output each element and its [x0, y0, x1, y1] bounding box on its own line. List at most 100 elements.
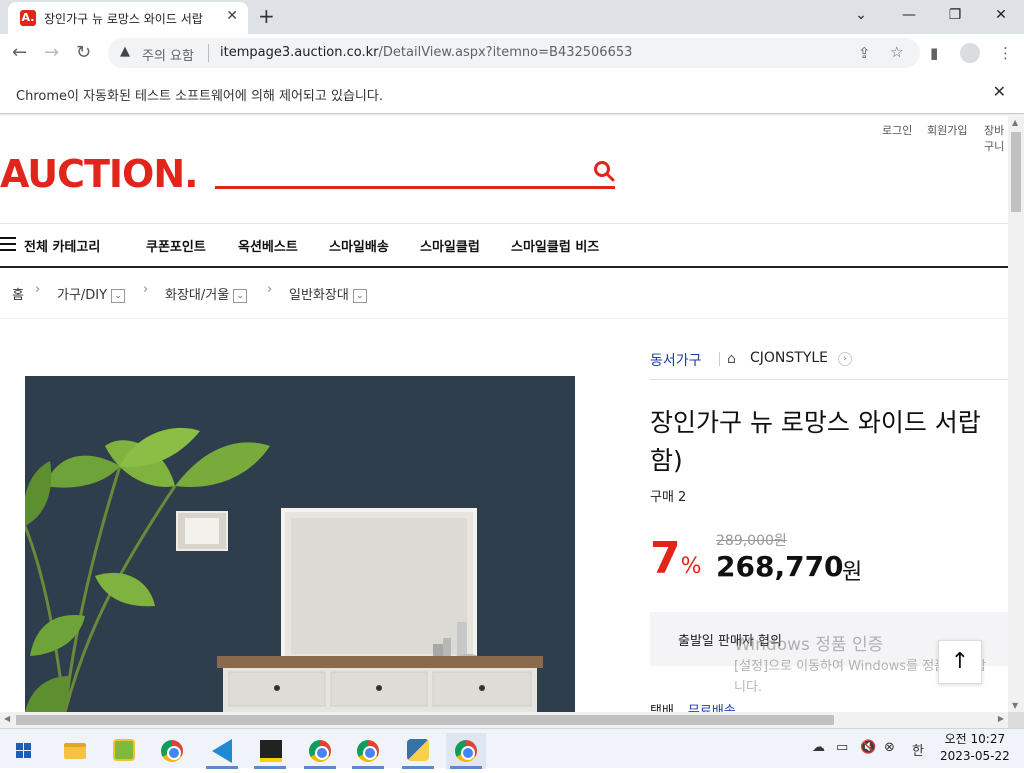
omnibox-divider	[208, 44, 209, 62]
cart-link[interactable]: 장바구니	[984, 122, 1008, 154]
chrome-taskbar-button-1[interactable]	[152, 733, 192, 769]
cloud-icon[interactable]: ☁	[812, 740, 825, 755]
store-home-icon: ⌂	[727, 351, 736, 367]
address-bar[interactable]: ▲ 주의 요함 itempage3.auction.co.kr/DetailVi…	[108, 38, 920, 68]
bookmark-star-icon[interactable]: ☆	[890, 43, 903, 61]
breadcrumb-divider	[0, 318, 1008, 319]
gnb-coupon-point[interactable]: 쿠폰포인트	[146, 236, 206, 255]
breadcrumb-level-2[interactable]: 화장대/거울 ⌄	[165, 284, 248, 303]
chrome-taskbar-button-2[interactable]	[300, 733, 340, 769]
discount-unit: %	[680, 554, 702, 579]
kebab-menu-icon[interactable]: ⋮	[998, 44, 1013, 62]
vscode-taskbar-button[interactable]	[202, 733, 242, 769]
share-icon[interactable]: ⇪	[858, 44, 871, 62]
delivery-label: 택배	[650, 704, 674, 712]
breadcrumb-level-1[interactable]: 가구/DIY ⌄	[57, 284, 126, 303]
brand-divider	[719, 352, 720, 366]
notes-taskbar-button[interactable]	[250, 733, 290, 769]
chevron-right-icon[interactable]: ›	[838, 352, 852, 366]
breadcrumb-home[interactable]: 홈	[12, 284, 24, 303]
scroll-up-icon[interactable]: ▲	[1012, 118, 1018, 127]
tab-title: 장인가구 뉴 로망스 와이드 서랍	[44, 12, 203, 26]
header-divider	[0, 223, 1008, 224]
notification-blocked-icon[interactable]: ⊗	[884, 740, 895, 755]
url-text[interactable]: itempage3.auction.co.kr/DetailView.aspx?…	[220, 45, 632, 60]
page-viewport: 로그인 회원가입 장바구니 AUCTION. 전체 카테고리 쿠폰포인트 옥션베…	[0, 116, 1008, 712]
scroll-right-icon[interactable]: ▶	[998, 714, 1004, 723]
minimize-button[interactable]: —	[886, 0, 932, 30]
breadcrumb-label: 화장대/거울	[165, 288, 230, 303]
automation-message: Chrome이 자동화된 테스트 소프트웨어에 의해 제어되고 있습니다.	[16, 89, 383, 104]
sale-price: 268,770	[716, 550, 844, 583]
discount-value: 7	[650, 533, 681, 584]
volume-muted-icon[interactable]: 🔇	[860, 740, 876, 755]
auction-logo[interactable]: AUCTION.	[0, 152, 199, 196]
horizontal-scroll-thumb[interactable]	[16, 715, 834, 725]
hamburger-menu-icon[interactable]	[0, 237, 16, 251]
windows-taskbar: ☁ ▭ 🔇 ⊗ 한 오전 10:27 2023-05-22	[0, 728, 1024, 769]
chrome-taskbar-button-active[interactable]	[446, 733, 486, 769]
maps-taskbar-button[interactable]	[104, 733, 144, 769]
scroll-to-top-button[interactable]: ↑	[938, 640, 982, 684]
python-icon	[407, 739, 429, 761]
forward-arrow-icon[interactable]: →	[44, 42, 59, 63]
delivery-row: 택배 무료배송	[650, 700, 736, 712]
back-arrow-icon[interactable]: ←	[12, 42, 27, 63]
chevron-right-icon: ›	[35, 282, 41, 297]
chevron-down-icon[interactable]: ⌄	[111, 288, 126, 303]
chrome-icon	[357, 740, 379, 762]
windows-logo-icon	[16, 743, 31, 758]
restore-button[interactable]: ❐	[932, 0, 978, 30]
chevron-right-icon: ›	[267, 282, 273, 297]
system-clock[interactable]: 오전 10:27 2023-05-22	[940, 731, 1010, 765]
scroll-down-icon[interactable]: ▼	[1012, 701, 1018, 710]
gnb-smile-delivery[interactable]: 스마일배송	[329, 236, 389, 255]
infobar-close-icon[interactable]: ✕	[993, 82, 1006, 101]
gnb-auction-best[interactable]: 옥션베스트	[238, 236, 298, 255]
product-image[interactable]	[25, 376, 575, 712]
warning-triangle-icon: ▲	[120, 44, 130, 59]
login-link[interactable]: 로그인	[882, 122, 912, 138]
brand-link[interactable]: 동서가구	[650, 350, 702, 370]
search-input[interactable]	[215, 186, 615, 189]
ime-indicator[interactable]: 한	[912, 740, 924, 759]
vertical-scrollbar[interactable]: ▲ ▼	[1008, 116, 1024, 712]
network-icon[interactable]: ▭	[836, 740, 848, 755]
windows-activation-title: Windows 정품 인증	[734, 635, 884, 655]
python-taskbar-button[interactable]	[398, 733, 438, 769]
gnb-smile-club-biz[interactable]: 스마일클럽 비즈	[511, 236, 599, 255]
chrome-icon	[455, 740, 477, 762]
horizontal-scrollbar[interactable]: ◀ ▶	[0, 712, 1008, 728]
scrollbar-corner	[1008, 712, 1024, 728]
reload-icon[interactable]: ↻	[76, 42, 91, 63]
sticky-notes-icon	[260, 740, 282, 762]
gnb-divider	[0, 266, 1008, 268]
auction-favicon-icon: A.	[20, 10, 36, 26]
file-explorer-taskbar-button[interactable]	[54, 733, 94, 769]
security-label: 주의 요함	[142, 49, 194, 64]
breadcrumb-level-3[interactable]: 일반화장대 ⌄	[289, 284, 367, 303]
gnb-smile-club[interactable]: 스마일클럽	[420, 236, 480, 255]
window-close-button[interactable]: ✕	[978, 0, 1024, 30]
store-link[interactable]: CJONSTYLE	[750, 350, 828, 366]
vertical-scroll-thumb[interactable]	[1011, 132, 1021, 212]
new-tab-button[interactable]: +	[258, 4, 275, 28]
delivery-value: 무료배송	[687, 704, 736, 712]
start-button[interactable]	[4, 733, 44, 769]
signup-link[interactable]: 회원가입	[927, 122, 967, 138]
side-panel-icon[interactable]: ▮	[930, 44, 938, 62]
chevron-down-icon[interactable]: ⌄	[352, 288, 367, 303]
automation-infobar: Chrome이 자동화된 테스트 소프트웨어에 의해 제어되고 있습니다. ✕	[0, 72, 1024, 114]
chevron-down-icon[interactable]: ⌄	[233, 288, 248, 303]
price-unit: 원	[842, 560, 863, 585]
profile-avatar-icon[interactable]	[960, 43, 980, 63]
browser-toolbar: ← → ↻ ▲ 주의 요함 itempage3.auction.co.kr/De…	[0, 34, 1024, 72]
chrome-taskbar-button-3[interactable]	[348, 733, 388, 769]
scroll-left-icon[interactable]: ◀	[4, 714, 10, 723]
tab-search-chevron-icon[interactable]: ⌄	[838, 0, 884, 30]
browser-tab[interactable]: A. 장인가구 뉴 로망스 와이드 서랍 ✕	[8, 2, 248, 34]
search-icon[interactable]	[593, 160, 615, 182]
vscode-icon	[212, 739, 232, 763]
all-categories-button[interactable]: 전체 카테고리	[24, 236, 100, 255]
tab-close-icon[interactable]: ✕	[226, 8, 238, 24]
